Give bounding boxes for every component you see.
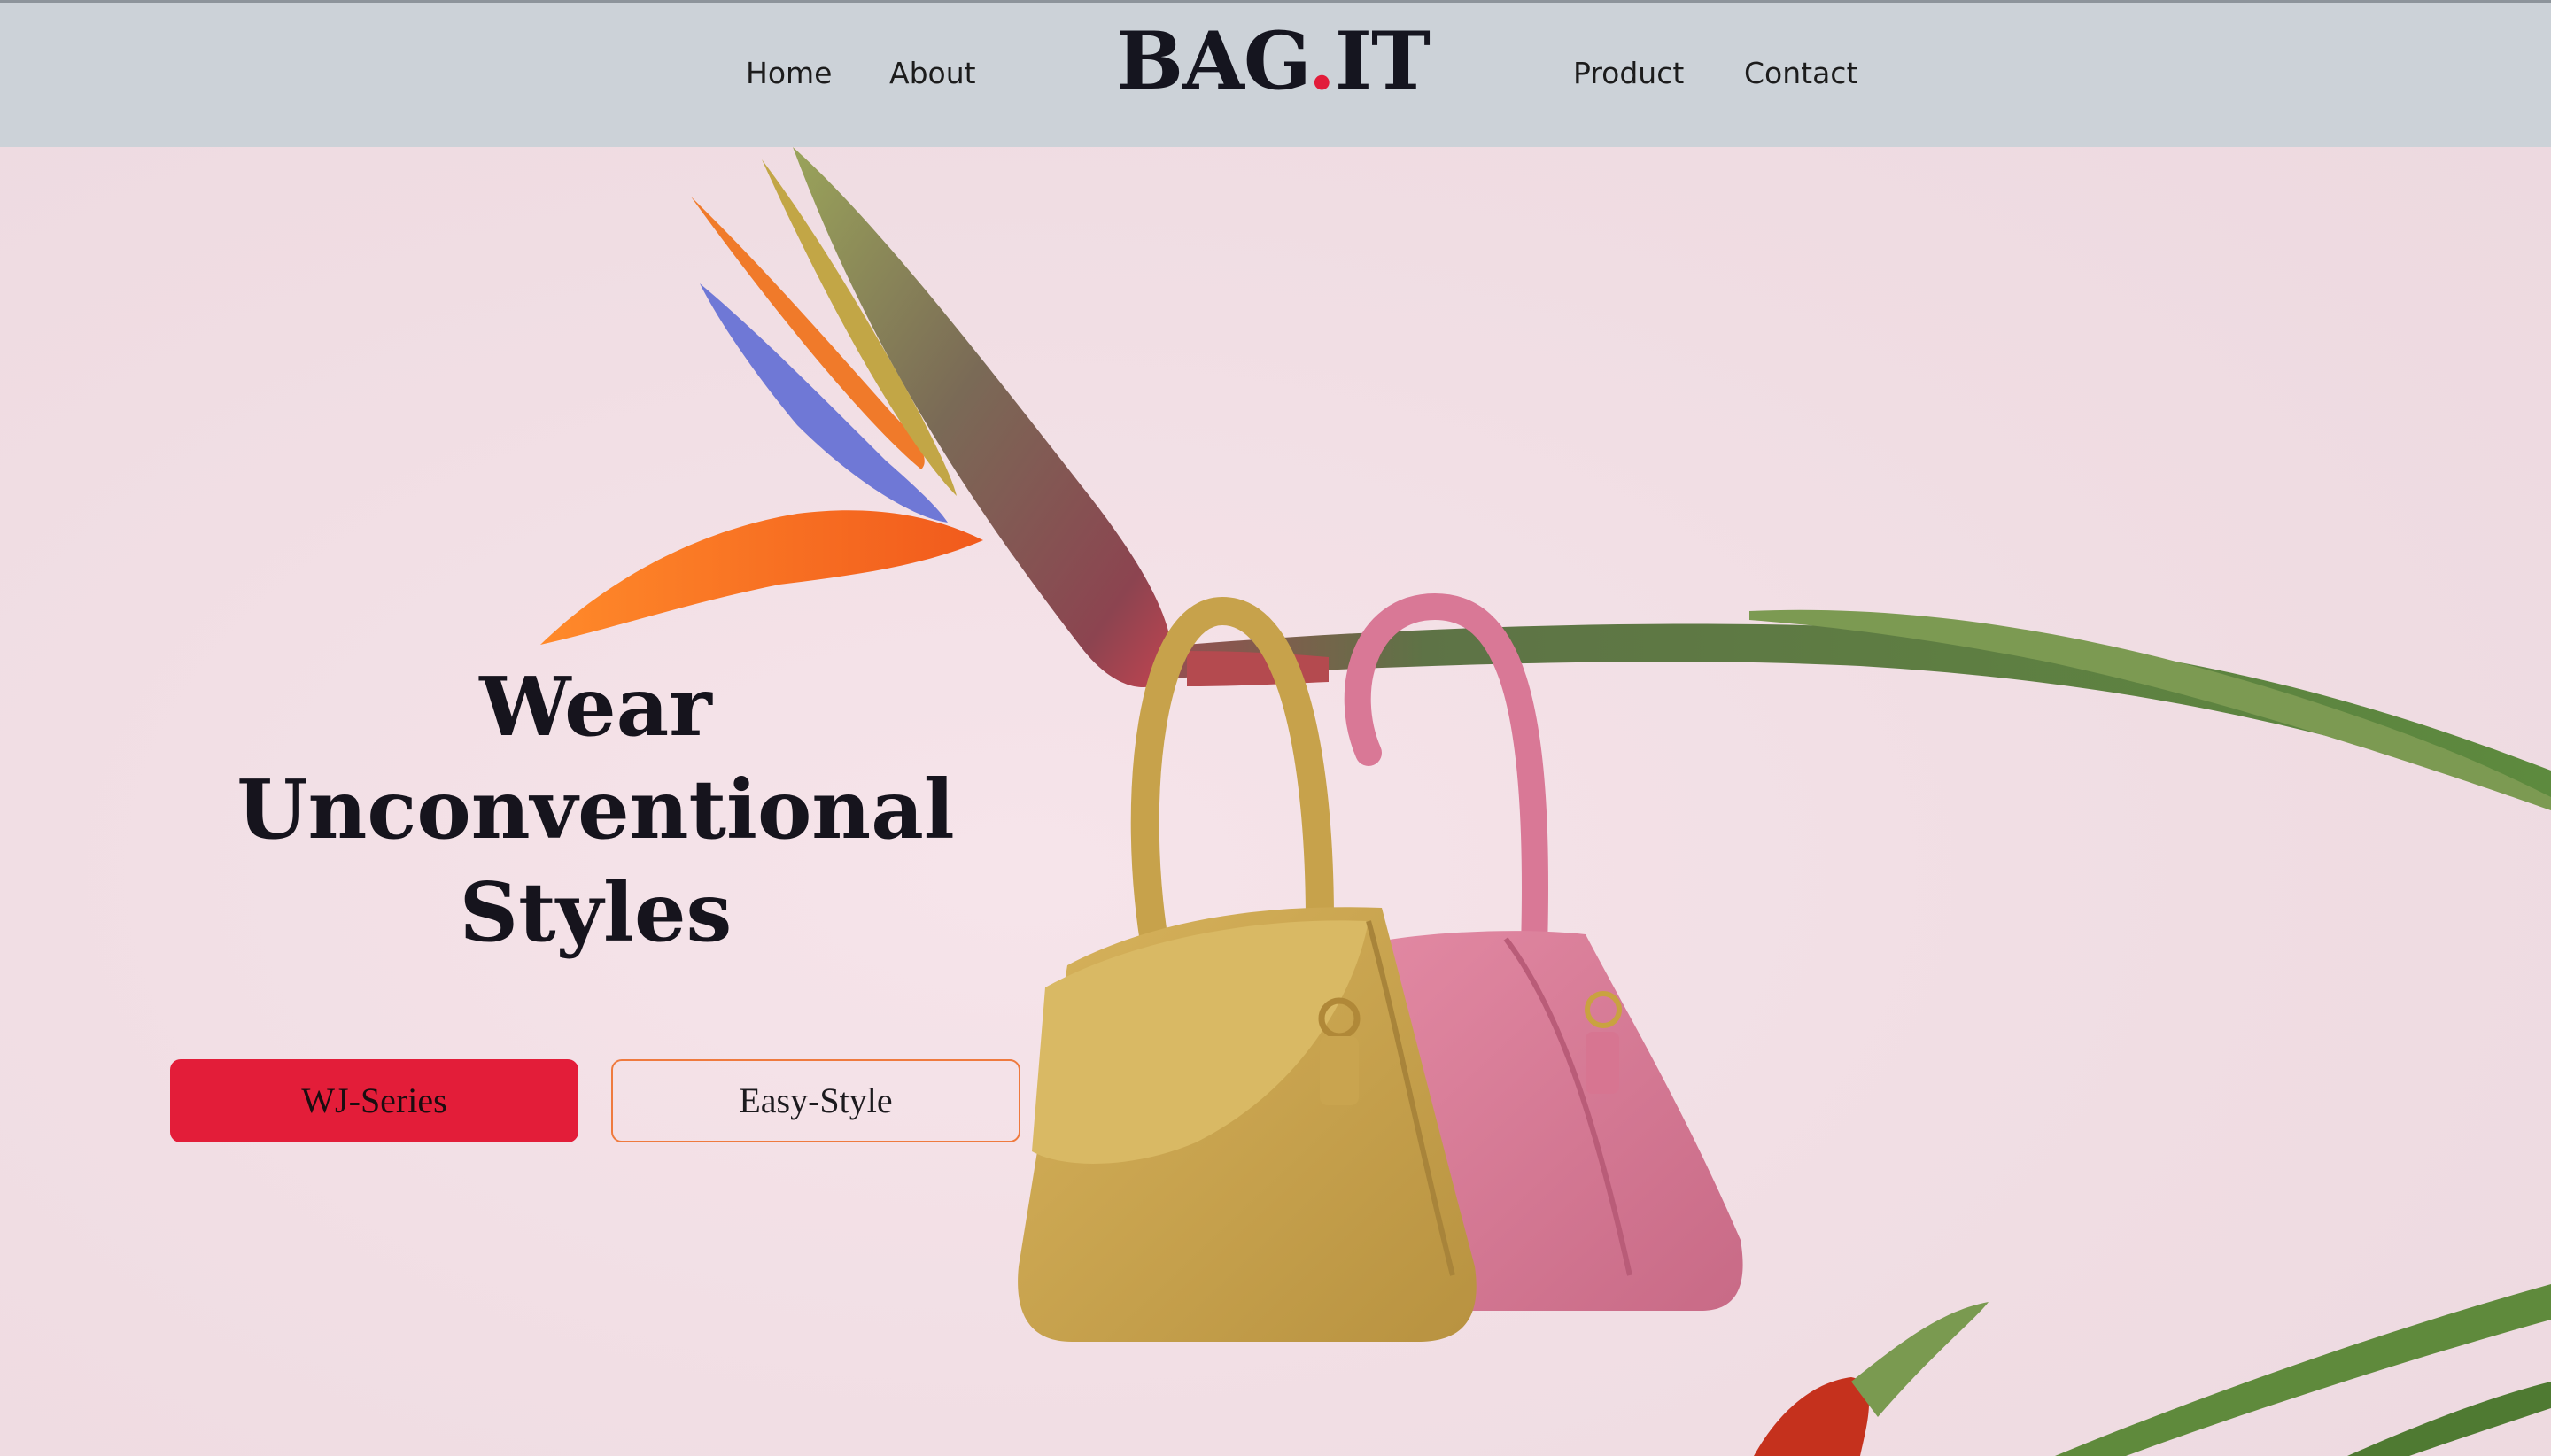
hero-headline-line-2: Unconventional — [236, 762, 955, 857]
landing-page: Home About BAG.IT Product Contact Wear U… — [0, 0, 2551, 1456]
hero-headline: Wear Unconventional Styles — [204, 655, 988, 964]
hero-headline-line-1: Wear — [479, 659, 712, 755]
nav-link-about[interactable]: About — [889, 56, 976, 90]
top-navbar: Home About BAG.IT Product Contact — [0, 0, 2551, 147]
nav-link-contact[interactable]: Contact — [1744, 56, 1857, 90]
logo-text-bag: BAG — [1116, 14, 1309, 108]
logo-dot: . — [1307, 14, 1336, 108]
logo-text-it: IT — [1334, 14, 1431, 108]
nav-link-home[interactable]: Home — [746, 56, 832, 90]
brand-logo[interactable]: BAG.IT — [1116, 14, 1431, 108]
hero-headline-line-3: Styles — [459, 864, 733, 960]
easy-style-button[interactable]: Easy-Style — [611, 1059, 1020, 1142]
wj-series-button[interactable]: WJ-Series — [170, 1059, 578, 1142]
nav-link-product[interactable]: Product — [1573, 56, 1684, 90]
bottom-flower — [1754, 1284, 2551, 1456]
